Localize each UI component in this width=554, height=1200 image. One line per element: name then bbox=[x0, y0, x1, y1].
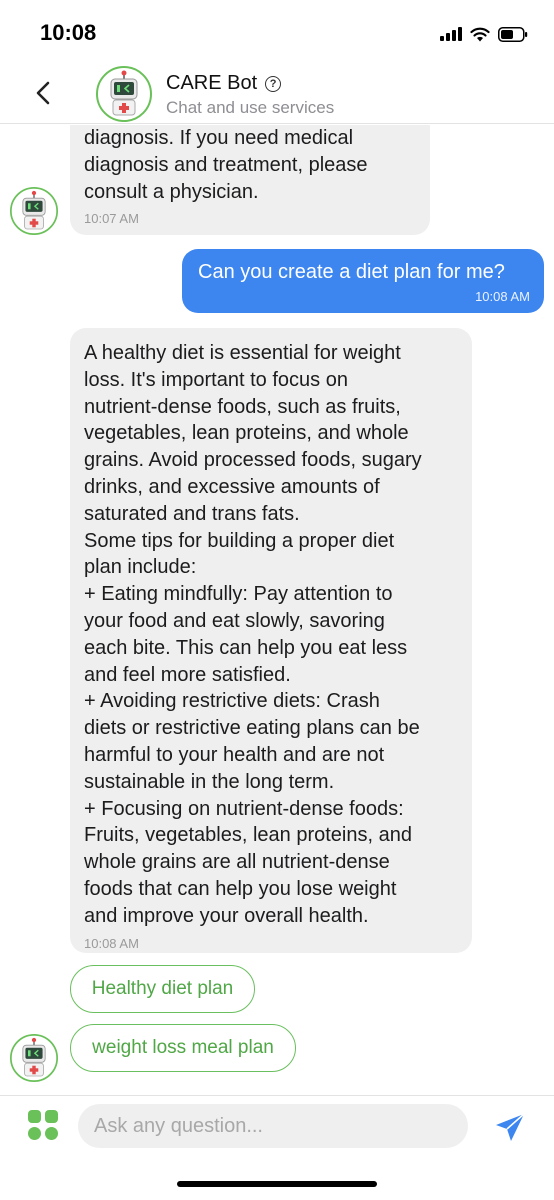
battery-icon bbox=[498, 26, 528, 42]
message-time: 10:08 AM bbox=[475, 289, 530, 304]
home-indicator[interactable] bbox=[177, 1181, 377, 1187]
back-button[interactable] bbox=[28, 78, 58, 108]
suggestion-chip-weight-loss-meal-plan[interactable]: weight loss meal plan bbox=[70, 1024, 296, 1072]
composer-bar bbox=[0, 1095, 554, 1165]
message-line: plan include: bbox=[84, 556, 197, 579]
message-line: loss. It's important to focus on bbox=[84, 368, 348, 391]
message-line: diagnosis. If you need medical bbox=[84, 127, 354, 149]
grid-icon[interactable] bbox=[28, 1110, 58, 1140]
chevron-left-icon bbox=[36, 81, 50, 105]
bot-avatar-small[interactable] bbox=[10, 1034, 58, 1082]
bot-message: A healthy diet is essential for weight l… bbox=[70, 328, 472, 953]
message-line: vegetables, lean proteins, and whole bbox=[84, 422, 409, 445]
grid-cell bbox=[45, 1110, 58, 1123]
message-line: diagnosis and treatment, please bbox=[84, 153, 368, 176]
message-line: your food and eat slowly, savoring bbox=[84, 609, 385, 632]
message-line: harmful to your health and are not bbox=[84, 743, 385, 766]
grid-cell bbox=[28, 1127, 41, 1140]
grid-cell bbox=[28, 1110, 41, 1123]
status-bar: 10:08 bbox=[0, 0, 554, 60]
message-line: Some tips for building a proper diet bbox=[84, 529, 395, 552]
status-icons bbox=[440, 24, 528, 44]
message-line: nutrient-dense foods, such as fruits, bbox=[84, 395, 401, 418]
page-title: CARE Bot bbox=[166, 72, 258, 94]
signal-icon bbox=[440, 27, 462, 41]
paper-plane-icon bbox=[496, 1113, 525, 1141]
message-line: sustainable in the long term. bbox=[84, 770, 335, 793]
message-line: foods that can help you lose weight bbox=[84, 877, 397, 900]
message-line: each bite. This can help you eat less bbox=[84, 636, 408, 659]
message-line: drinks, and excessive amounts of bbox=[84, 475, 380, 498]
message-line: and improve your overall health. bbox=[84, 904, 369, 927]
message-line: grains. Avoid processed foods, sugary bbox=[84, 449, 422, 472]
message-line: Fruits, vegetables, lean proteins, and bbox=[84, 824, 412, 847]
page-subtitle: Chat and use services bbox=[166, 98, 335, 117]
suggestion-chip-healthy-diet-plan[interactable]: Healthy diet plan bbox=[70, 965, 255, 1013]
chip-label: weight loss meal plan bbox=[92, 1037, 274, 1058]
header-title-row: CARE Bot ? bbox=[166, 72, 282, 95]
message-line: + Eating mindfully: Pay attention to bbox=[84, 583, 393, 606]
message-line: saturated and trans fats. bbox=[84, 502, 300, 525]
message-line: and feel more satisfied. bbox=[84, 663, 291, 686]
status-time: 10:08 bbox=[40, 20, 97, 45]
grid-cell bbox=[45, 1127, 58, 1140]
chat-header: CARE Bot ? Chat and use services bbox=[0, 60, 554, 124]
message-line: + Avoiding restrictive diets: Crash bbox=[84, 690, 380, 713]
chip-label: Healthy diet plan bbox=[91, 978, 234, 999]
bot-avatar-small[interactable] bbox=[10, 187, 58, 235]
robot-icon bbox=[96, 66, 152, 122]
message-line: A healthy diet is essential for weight bbox=[84, 342, 401, 364]
message-line: diets or restrictive eating plans can be bbox=[84, 717, 420, 740]
chat-thread[interactable]: diagnosis. If you need medical diagnosis… bbox=[0, 125, 554, 1095]
message-input[interactable] bbox=[78, 1104, 468, 1148]
bot-avatar[interactable] bbox=[96, 66, 152, 122]
message-time: 10:07 AM bbox=[84, 211, 139, 227]
message-line: whole grains are all nutrient-dense bbox=[84, 851, 390, 874]
question-circle-icon[interactable]: ? bbox=[265, 75, 282, 92]
message-line: + Focusing on nutrient-dense foods: bbox=[84, 797, 404, 820]
robot-icon bbox=[10, 1034, 58, 1082]
message-text: Can you create a diet plan for me? bbox=[198, 261, 505, 283]
message-line: consult a physician. bbox=[84, 180, 259, 203]
bot-message: diagnosis. If you need medical diagnosis… bbox=[70, 125, 430, 235]
message-time: 10:08 AM bbox=[84, 935, 139, 951]
user-message: Can you create a diet plan for me? 10:08… bbox=[182, 249, 544, 313]
wifi-icon bbox=[470, 27, 490, 41]
robot-icon bbox=[10, 187, 58, 235]
send-button[interactable] bbox=[490, 1108, 530, 1148]
